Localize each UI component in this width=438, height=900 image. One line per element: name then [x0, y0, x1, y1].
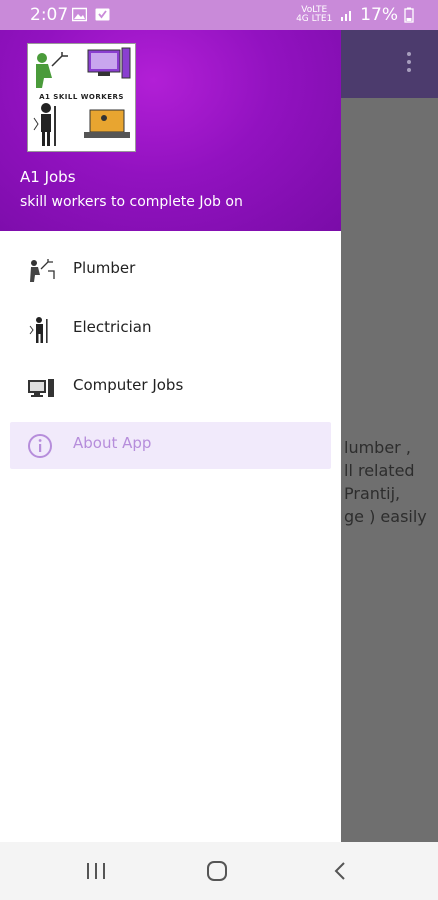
background-line: lumber ,: [344, 438, 411, 457]
status-time: 2:07: [30, 5, 69, 25]
logo-text: A1 SKILL WORKERS: [39, 93, 124, 101]
menu-item-label: Computer Jobs: [73, 376, 184, 394]
status-right: VoLTE 4G LTE1 17%: [294, 5, 414, 25]
plumber-icon: [30, 259, 55, 282]
navigation-drawer: A1 SKILL WORKERS A1 Jobs skill workers t…: [0, 30, 341, 842]
drawer-subtitle: skill workers to complete Job on: [20, 194, 243, 210]
app-logo: A1 SKILL WORKERS: [27, 43, 136, 152]
drawer-header: A1 SKILL WORKERS A1 Jobs skill workers t…: [0, 30, 341, 231]
drawer-title: A1 Jobs: [20, 168, 76, 186]
gallery-icon: [72, 7, 87, 22]
signal-icon: [341, 11, 352, 21]
info-icon: [28, 434, 52, 458]
home-icon[interactable]: [205, 860, 229, 882]
overflow-menu-icon[interactable]: [404, 52, 414, 76]
recent-apps-icon[interactable]: [84, 860, 108, 882]
network-indicator: VoLTE 4G LTE1: [296, 5, 333, 24]
battery-percent: 17%: [360, 5, 398, 25]
menu-item-label: Electrician: [73, 318, 152, 336]
battery-icon: [404, 7, 414, 23]
computer-icon: [28, 379, 54, 397]
status-bar: 2:07 VoLTE 4G LTE1 17%: [0, 0, 438, 30]
menu-item-about-app[interactable]: About App: [10, 422, 331, 469]
background-line: ge ) easily: [344, 507, 427, 526]
background-text: lumber , ll related Prantij, ge ) easily: [344, 436, 427, 528]
background-line: ll related: [344, 461, 415, 480]
electrician-icon: [29, 317, 48, 343]
background-line: Prantij,: [344, 484, 401, 503]
check-icon: [95, 8, 110, 21]
menu-item-computer-jobs[interactable]: Computer Jobs: [10, 364, 331, 411]
menu-item-label: Plumber: [73, 259, 136, 277]
background-toolbar: [340, 30, 438, 98]
back-icon[interactable]: [328, 860, 352, 882]
menu-item-electrician[interactable]: Electrician: [10, 306, 331, 353]
menu-item-label: About App: [73, 434, 152, 452]
system-nav-bar: [0, 842, 438, 900]
menu-item-plumber[interactable]: Plumber: [10, 247, 331, 294]
